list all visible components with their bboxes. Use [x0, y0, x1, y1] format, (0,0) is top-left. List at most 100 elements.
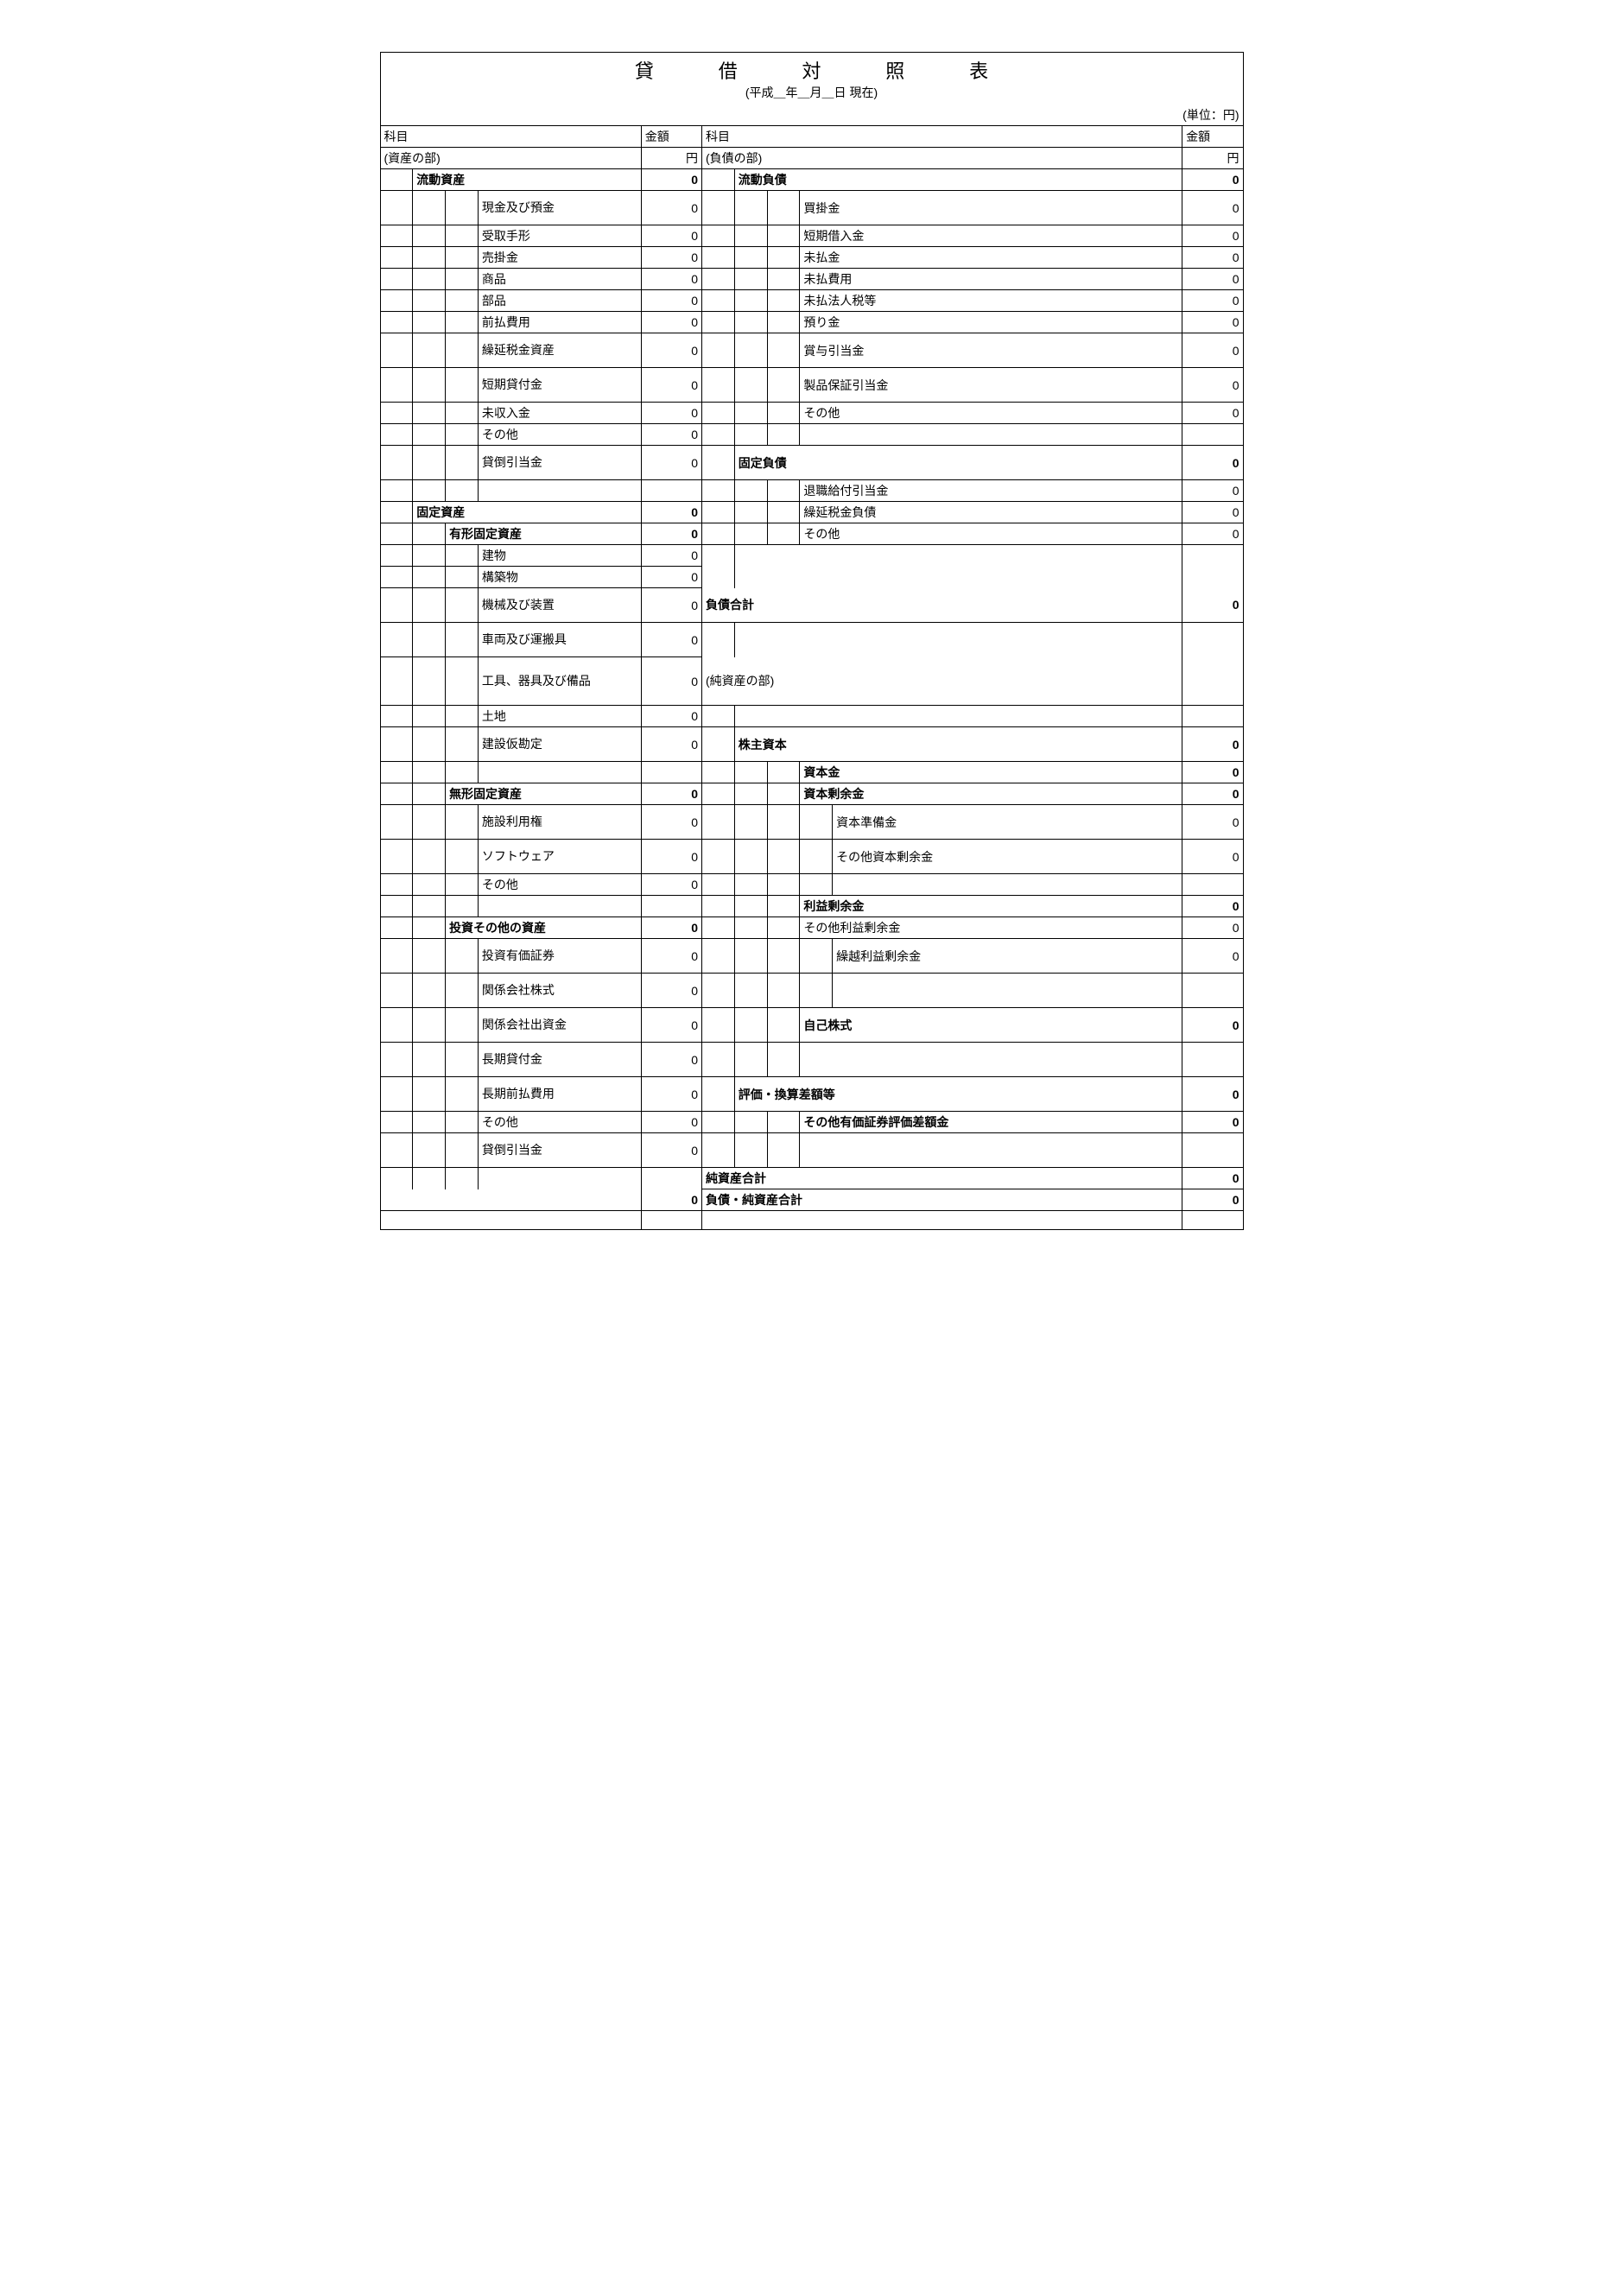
- item-label: 土地: [478, 706, 641, 727]
- table-row: その他 0: [380, 424, 1243, 446]
- amount-cell: 0: [641, 545, 701, 567]
- amount-cell: 0: [1182, 783, 1243, 805]
- item-label: 建物: [478, 545, 641, 567]
- item-label: 現金及び預金: [478, 191, 641, 225]
- total-liab-na-label: 負債・純資産合計: [702, 1189, 1182, 1211]
- item-label: 買掛金: [800, 191, 1182, 225]
- total-liab-label: 負債合計: [702, 588, 1182, 623]
- table-row: 土地 0: [380, 706, 1243, 727]
- amount-cell: 0: [641, 1043, 701, 1077]
- item-label: 受取手形: [478, 225, 641, 247]
- amount-cell: 0: [1182, 840, 1243, 874]
- table-row: 車両及び運搬具 0: [380, 623, 1243, 657]
- yen-left: 円: [641, 148, 701, 169]
- table-row: 純資産合計 0: [380, 1168, 1243, 1189]
- amount-cell: 0: [641, 623, 701, 657]
- item-label: 施設利用権: [478, 805, 641, 840]
- item-label: 繰延税金負債: [800, 502, 1182, 523]
- table-row: [380, 1211, 1243, 1230]
- amount-cell: 0: [1182, 1168, 1243, 1189]
- item-label: 建設仮勘定: [478, 727, 641, 762]
- amount-cell: 0: [641, 523, 701, 545]
- table-row: 利益剰余金 0: [380, 896, 1243, 917]
- valuation-label: 評価・換算差額等: [734, 1077, 1182, 1112]
- item-label: 未払金: [800, 247, 1182, 269]
- table-row: 工具、器具及び備品 0 (純資産の部): [380, 657, 1243, 706]
- table-row: 前払費用 0 預り金 0: [380, 312, 1243, 333]
- table-row: 投資有価証券 0 繰越利益剰余金 0: [380, 939, 1243, 974]
- amount-cell: 0: [641, 403, 701, 424]
- amount-cell: 0: [1182, 896, 1243, 917]
- amount-cell: 0: [641, 1008, 701, 1043]
- item-label: 繰越利益剰余金: [833, 939, 1182, 974]
- amount-cell: 0: [1182, 1112, 1243, 1133]
- item-label: 長期前払費用: [478, 1077, 641, 1112]
- item-label: その他: [478, 874, 641, 896]
- intangible-label: 無形固定資産: [446, 783, 642, 805]
- amount-cell: 0: [641, 1112, 701, 1133]
- page-subtitle: (平成＿年＿月＿日 現在): [380, 84, 1244, 101]
- item-label: 投資有価証券: [478, 939, 641, 974]
- balance-sheet: 貸 借 対 照 表 (平成＿年＿月＿日 現在) (単位：円) 科目 金額 科目 …: [380, 52, 1244, 1230]
- table-row: 構築物 0: [380, 567, 1243, 588]
- amount-cell: 0: [641, 974, 701, 1008]
- amount-cell: 0: [1182, 446, 1243, 480]
- amount-cell: 0: [1182, 523, 1243, 545]
- assets-section: (資産の部): [380, 148, 641, 169]
- amount-cell: 0: [641, 874, 701, 896]
- table-row: 0 負債・純資産合計 0: [380, 1189, 1243, 1211]
- item-label: 短期貸付金: [478, 368, 641, 403]
- total-na-label: 純資産合計: [702, 1168, 1182, 1189]
- amount-cell: 0: [1182, 368, 1243, 403]
- table-row: 関係会社出資金 0 自己株式 0: [380, 1008, 1243, 1043]
- item-label: その他: [478, 1112, 641, 1133]
- amount-cell: 0: [641, 657, 701, 706]
- table-row: 機械及び装置 0 負債合計 0: [380, 588, 1243, 623]
- header-amount-right: 金額: [1182, 126, 1243, 148]
- item-label: 賞与引当金: [800, 333, 1182, 368]
- amount-cell: 0: [641, 424, 701, 446]
- amount-cell: 0: [641, 333, 701, 368]
- amount-cell: 0: [641, 446, 701, 480]
- amount-cell: 0: [641, 1077, 701, 1112]
- item-label: 前払費用: [478, 312, 641, 333]
- item-label: 車両及び運搬具: [478, 623, 641, 657]
- amount-cell: 0: [641, 247, 701, 269]
- item-label: 長期貸付金: [478, 1043, 641, 1077]
- amount-cell: 0: [1182, 403, 1243, 424]
- treasury-label: 自己株式: [800, 1008, 1182, 1043]
- amount-cell: 0: [1182, 727, 1243, 762]
- amount-cell: 0: [1182, 290, 1243, 312]
- tangible-label: 有形固定資産: [446, 523, 642, 545]
- amount-cell: 0: [1182, 225, 1243, 247]
- capital-label: 資本金: [800, 762, 1182, 783]
- retained-label: 利益剰余金: [800, 896, 1182, 917]
- current-liab-label: 流動負債: [734, 169, 1182, 191]
- table-row: 現金及び預金 0 買掛金 0: [380, 191, 1243, 225]
- item-label: その他利益剰余金: [800, 917, 1182, 939]
- net-assets-section: (純資産の部): [702, 657, 1182, 706]
- table-row: ソフトウェア 0 その他資本剰余金 0: [380, 840, 1243, 874]
- amount-cell: 0: [641, 567, 701, 588]
- section-row: (資産の部) 円 (負債の部) 円: [380, 148, 1243, 169]
- amount-cell: 0: [1182, 762, 1243, 783]
- amount-cell: 0: [1182, 312, 1243, 333]
- amount-cell: 0: [641, 269, 701, 290]
- table-row: 無形固定資産 0 資本剰余金 0: [380, 783, 1243, 805]
- item-label: 関係会社出資金: [478, 1008, 641, 1043]
- amount-cell: 0: [1182, 1008, 1243, 1043]
- header-amount-left: 金額: [641, 126, 701, 148]
- investments-label: 投資その他の資産: [446, 917, 642, 939]
- amount-cell: 0: [1182, 1189, 1243, 1211]
- amount-cell: 0: [641, 169, 701, 191]
- table-row: その他 0: [380, 874, 1243, 896]
- table-row: 受取手形 0 短期借入金 0: [380, 225, 1243, 247]
- item-label: 預り金: [800, 312, 1182, 333]
- table-row: 貸倒引当金 0: [380, 1133, 1243, 1168]
- header-item-left: 科目: [380, 126, 641, 148]
- amount-cell: 0: [641, 225, 701, 247]
- current-assets-label: 流動資産: [413, 169, 642, 191]
- table-row: 資本金 0: [380, 762, 1243, 783]
- table-row: 長期貸付金 0: [380, 1043, 1243, 1077]
- table-row: 貸倒引当金 0 固定負債 0: [380, 446, 1243, 480]
